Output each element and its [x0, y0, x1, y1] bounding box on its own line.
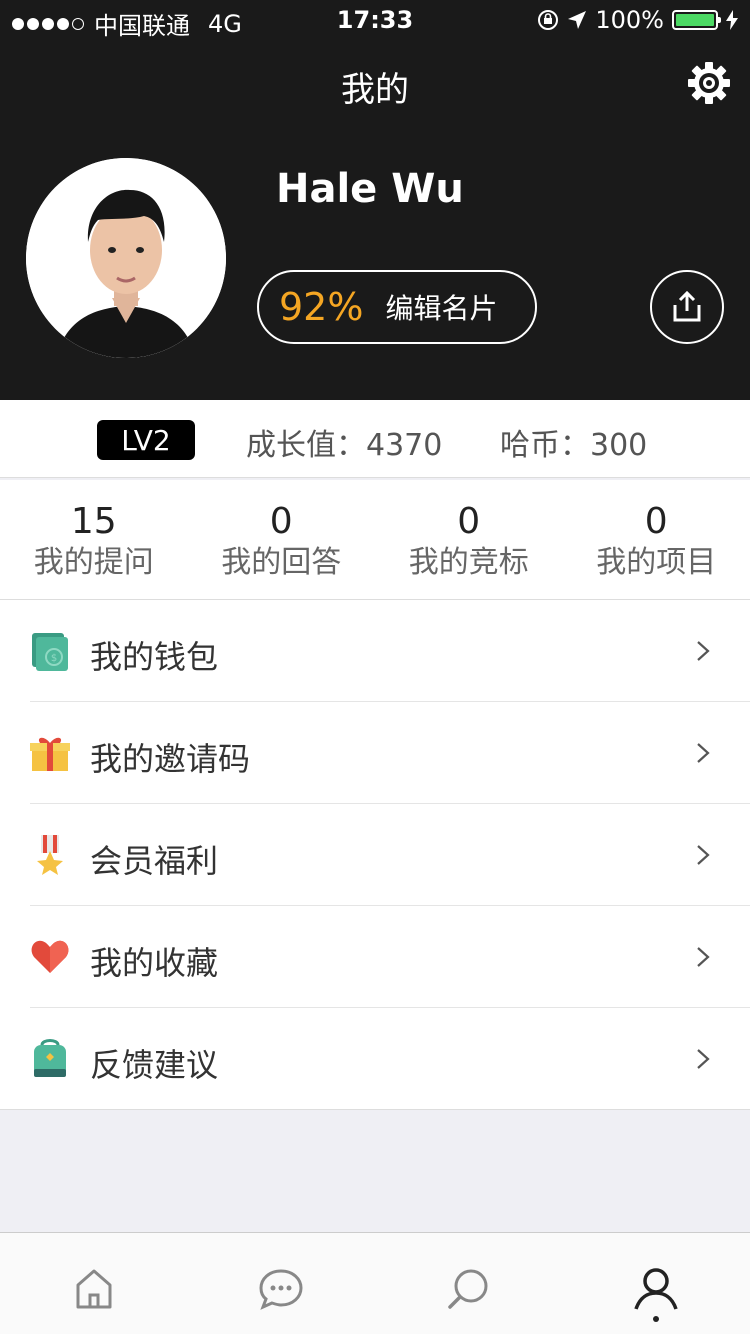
discover-icon[interactable]	[444, 1265, 492, 1313]
chevron-right-icon	[697, 641, 710, 661]
username: Hale Wu	[276, 166, 464, 212]
level-row: LV2 成长值：4370 哈币：300	[0, 400, 750, 478]
chevron-right-icon	[697, 1049, 710, 1069]
share-button[interactable]	[650, 270, 724, 344]
menu-item-favorites[interactable]: 我的收藏	[0, 906, 750, 1008]
menu-label: 我的钱包	[90, 638, 219, 676]
menu-label: 会员福利	[90, 842, 219, 880]
menu-item-feedback[interactable]: 反馈建议	[0, 1008, 750, 1110]
stat-value: 0	[457, 501, 481, 542]
profile-icon[interactable]	[632, 1265, 680, 1313]
share-icon	[673, 291, 701, 322]
stat-value: 0	[644, 501, 668, 542]
edit-card-button[interactable]: 92% 编辑名片	[257, 270, 537, 344]
menu-item-member-benefits[interactable]: 会员福利	[0, 804, 750, 906]
level-badge: LV2	[97, 420, 195, 460]
stat-questions[interactable]: 15 我的提问	[0, 480, 188, 599]
avatar[interactable]	[26, 158, 226, 358]
stat-value: 0	[269, 501, 293, 542]
tab-bar	[0, 1232, 750, 1334]
heart-icon	[31, 940, 69, 973]
stats-row: 15 我的提问 0 我的回答 0 我的竞标 0 我的项目	[0, 480, 750, 600]
battery-percent: 100%	[595, 6, 664, 34]
chevron-right-icon	[697, 743, 710, 763]
stat-label: 我的回答	[221, 545, 342, 580]
menu-list: $ 我的钱包 我的邀请码 会员福利 我的收藏 反馈建议	[0, 600, 750, 1110]
active-tab-indicator	[653, 1316, 659, 1322]
svg-text:$: $	[51, 653, 57, 664]
battery-icon	[672, 10, 721, 30]
location-icon	[568, 11, 587, 29]
charging-icon	[726, 10, 738, 30]
stat-label: 我的竞标	[408, 545, 529, 580]
chat-icon[interactable]	[257, 1265, 305, 1313]
chevron-right-icon	[697, 947, 710, 967]
coin-balance: 哈币：300	[500, 428, 648, 463]
medal-icon	[37, 835, 63, 875]
edit-card-label: 编辑名片	[385, 292, 498, 325]
menu-item-invite-code[interactable]: 我的邀请码	[0, 702, 750, 804]
growth-value: 成长值：4370	[246, 428, 443, 463]
orientation-lock-icon	[538, 10, 559, 30]
stat-answers[interactable]: 0 我的回答	[188, 480, 376, 599]
stat-value: 15	[70, 501, 117, 542]
menu-label: 我的收藏	[90, 944, 219, 982]
status-bar: 中国联通 4G 17:33 100%	[0, 0, 750, 40]
stat-bids[interactable]: 0 我的竞标	[375, 480, 563, 599]
profile-completion: 92%	[279, 285, 364, 329]
avatar-photo	[26, 158, 226, 358]
wallet-icon: $	[32, 633, 68, 671]
stat-projects[interactable]: 0 我的项目	[563, 480, 750, 599]
menu-item-wallet[interactable]: $ 我的钱包	[0, 600, 750, 702]
gift-icon	[30, 737, 70, 771]
profile-header: 中国联通 4G 17:33 100% 我的 Hale Wu 92% 编辑名片	[0, 0, 750, 400]
chevron-right-icon	[697, 845, 710, 865]
stat-label: 我的提问	[33, 545, 154, 580]
menu-label: 我的邀请码	[90, 740, 251, 778]
gear-icon[interactable]	[686, 60, 732, 106]
stat-label: 我的项目	[596, 545, 717, 580]
backpack-icon	[34, 1039, 66, 1077]
menu-label: 反馈建议	[90, 1046, 219, 1084]
page-title: 我的	[341, 70, 409, 110]
home-icon[interactable]	[70, 1265, 118, 1313]
